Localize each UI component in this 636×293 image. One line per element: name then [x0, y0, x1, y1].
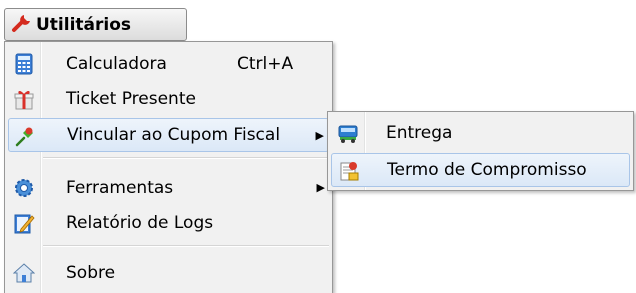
menu-item-shortcut: Ctrl+A — [237, 54, 294, 74]
calculator-icon — [13, 53, 35, 75]
menu-item-label: Calculadora — [66, 54, 167, 74]
menu-item-label: Relatório de Logs — [66, 213, 214, 233]
submenu-item-entrega[interactable]: Entrega — [331, 116, 630, 150]
wrench-icon — [11, 11, 36, 38]
menu-item-label: Sobre — [66, 263, 116, 283]
menu-item-calculadora[interactable]: Calculadora Ctrl+A — [8, 47, 329, 81]
document-icon — [338, 160, 360, 182]
menu-item-ferramentas[interactable]: Ferramentas ▶ — [8, 171, 329, 205]
pin-icon — [14, 125, 36, 147]
submenu-item-label: Termo de Compromisso — [387, 160, 587, 180]
menu-item-sobre[interactable]: Sobre — [8, 256, 329, 290]
menu-separator — [43, 157, 329, 158]
menu-item-label: Ferramentas — [66, 178, 174, 198]
gear-icon — [13, 177, 35, 199]
menu-title: Utilitários — [36, 14, 132, 35]
home-icon — [13, 262, 35, 284]
menu-item-ticket-presente[interactable]: Ticket Presente — [8, 82, 329, 116]
vincular-cupom-fiscal-submenu: Entrega Termo de Compromisso — [327, 111, 634, 191]
submenu-arrow-icon: ▶ — [316, 181, 325, 194]
submenu-item-label: Entrega — [386, 123, 453, 143]
menu-item-vincular-cupom-fiscal[interactable]: Vincular ao Cupom Fiscal ▶ — [8, 118, 329, 152]
menu-item-label: Ticket Presente — [66, 89, 196, 109]
utilitarios-dropdown-menu: Calculadora Ctrl+A Ticket Presente Vincu… — [4, 41, 333, 293]
menu-item-relatorio-de-logs[interactable]: Relatório de Logs — [8, 206, 329, 240]
menu-separator — [43, 245, 329, 246]
gift-icon — [13, 88, 35, 110]
edit-report-icon — [13, 212, 35, 234]
menu-utilitarios-button[interactable]: Utilitários — [4, 8, 187, 41]
menu-item-label: Vincular ao Cupom Fiscal — [67, 125, 281, 145]
submenu-arrow-icon: ▶ — [315, 129, 324, 142]
delivery-truck-icon — [337, 122, 359, 144]
submenu-item-termo-de-compromisso[interactable]: Termo de Compromisso — [331, 153, 630, 187]
